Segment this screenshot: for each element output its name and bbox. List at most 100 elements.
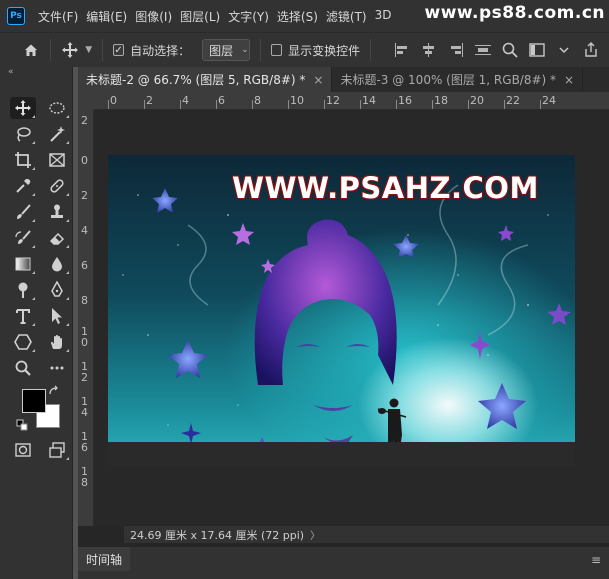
ruler-label: 6 (81, 259, 88, 272)
chevron-down-icon: ⌄ (241, 45, 249, 55)
hexagon-icon (14, 334, 32, 350)
ruler-label: 16 (398, 94, 412, 107)
quick-mask-button[interactable] (10, 439, 36, 461)
chevron-down-icon[interactable] (555, 41, 573, 59)
ruler-corner[interactable] (78, 92, 94, 110)
ruler-label: 12 (326, 94, 340, 107)
magic-wand-tool-button[interactable] (44, 123, 70, 145)
frame-tool-button[interactable] (44, 149, 70, 171)
menu-3d[interactable]: 3D (375, 8, 392, 25)
hand-tool-button[interactable] (44, 331, 70, 353)
document-tabs: 未标题-2 @ 66.7% (图层 5, RGB/8#) * × 未标题-3 @… (78, 67, 609, 92)
brush-tool-button[interactable] (10, 201, 36, 223)
dodge-tool-button[interactable] (10, 279, 36, 301)
close-icon[interactable]: × (313, 73, 323, 87)
hand-icon (51, 335, 62, 349)
lasso-tool-button[interactable] (10, 123, 36, 145)
menu-file[interactable]: 文件(F) (38, 8, 78, 25)
home-icon[interactable] (22, 40, 40, 60)
distribute-icon[interactable] (474, 41, 492, 59)
document-canvas[interactable]: WWW.PSAHZ.COM (108, 155, 575, 466)
show-transform-controls-checkbox[interactable] (270, 44, 283, 56)
history-brush-tool-button[interactable] (10, 227, 36, 249)
menu-filter[interactable]: 滤镜(T) (326, 8, 367, 25)
more-tools-button[interactable] (44, 357, 70, 379)
crop-icon (15, 152, 31, 168)
path-selection-tool-button[interactable] (44, 305, 70, 327)
pen-tool-button[interactable] (44, 279, 70, 301)
blur-tool-button[interactable] (44, 253, 70, 275)
foreground-color-swatch[interactable] (22, 389, 46, 413)
move-icon (15, 100, 31, 116)
document-tab[interactable]: 未标题-3 @ 100% (图层 1, RGB/8#) * × (332, 67, 584, 92)
zoom-tool-button[interactable] (10, 357, 36, 379)
menu-type[interactable]: 文字(Y) (228, 8, 269, 25)
ruler-label: 1 8 (81, 465, 88, 489)
marquee-tool-button[interactable] (44, 97, 70, 119)
gradient-tool-button[interactable] (10, 253, 36, 275)
auto-select-target-dropdown[interactable]: 图层 ⌄ (202, 39, 251, 61)
vertical-ruler[interactable]: 2 0 2 4 6 8 1 0 1 2 1 4 1 6 1 8 (78, 110, 94, 526)
document-tab-label: 未标题-3 @ 100% (图层 1, RGB/8#) * (340, 73, 557, 87)
dodge-icon (18, 282, 28, 298)
align-center-icon[interactable] (420, 41, 438, 59)
ruler-label: 2 (146, 94, 153, 107)
align-right-icon[interactable] (447, 41, 465, 59)
ruler-label: 1 6 (81, 430, 88, 454)
timeline-tab[interactable]: 时间轴 (78, 547, 131, 571)
align-left-icon[interactable] (393, 41, 411, 59)
ruler-label: 14 (362, 94, 376, 107)
share-icon[interactable] (582, 41, 600, 59)
search-icon[interactable] (501, 41, 519, 59)
ruler-label: 4 (182, 94, 189, 107)
history-brush-icon (15, 230, 31, 244)
menu-edit[interactable]: 编辑(E) (86, 8, 127, 25)
horizontal-ruler[interactable]: 0 2 4 6 8 10 12 14 16 18 20 22 24 (94, 92, 609, 110)
elliptical-marquee-icon (49, 102, 65, 114)
ruler-label: 8 (254, 94, 261, 107)
crop-tool-button[interactable] (10, 149, 36, 171)
shape-tool-button[interactable] (10, 331, 36, 353)
swap-colors-icon[interactable] (48, 385, 62, 397)
options-bar: ▼ ✓ 自动选择： 图层 ⌄ 显示变换控件 (0, 32, 609, 67)
workspace-icon[interactable] (528, 41, 546, 59)
drop-icon (52, 257, 62, 272)
type-tool-button[interactable] (10, 305, 36, 327)
lasso-icon (17, 127, 31, 142)
panel-menu-icon[interactable]: ≡ (591, 553, 601, 567)
eraser-tool-button[interactable] (44, 227, 70, 249)
screen-mode-button[interactable] (44, 439, 70, 461)
stamp-icon (51, 204, 63, 218)
magic-wand-icon (50, 126, 65, 142)
document-size-info: 24.69 厘米 x 17.64 厘米 (72 ppi) (130, 528, 305, 542)
ruler-label: 2 (81, 189, 88, 202)
default-colors-icon[interactable] (16, 419, 30, 431)
healing-brush-tool-button[interactable] (44, 175, 70, 197)
menu-layer[interactable]: 图层(L) (180, 8, 220, 25)
close-icon[interactable]: × (564, 73, 574, 87)
chevron-down-icon[interactable]: ▼ (85, 45, 92, 55)
eyedropper-tool-button[interactable] (10, 175, 36, 197)
show-transform-controls-label: 显示变换控件 (288, 43, 361, 58)
more-icon (50, 366, 64, 370)
document-tab-active[interactable]: 未标题-2 @ 66.7% (图层 5, RGB/8#) * × (78, 67, 333, 92)
artwork-headline: WWW.PSAHZ.COM (232, 171, 539, 205)
zoom-field[interactable] (78, 526, 124, 543)
ruler-label: 10 (290, 94, 304, 107)
gradient-icon (15, 257, 31, 271)
auto-select-checkbox[interactable]: ✓ (113, 44, 125, 56)
clone-stamp-tool-button[interactable] (44, 201, 70, 223)
ruler-label: 0 (110, 94, 117, 107)
move-tool-icon[interactable] (61, 40, 79, 60)
menu-select[interactable]: 选择(S) (277, 8, 318, 25)
collapse-panel-icon[interactable]: « (8, 67, 14, 77)
menu-image[interactable]: 图像(I) (135, 8, 172, 25)
move-tool-button[interactable] (10, 97, 36, 119)
eyedropper-icon (16, 179, 31, 193)
type-icon (16, 309, 30, 324)
app-logo[interactable]: Ps (7, 7, 25, 25)
ruler-label: 24 (542, 94, 556, 107)
ruler-label: 1 4 (81, 395, 88, 419)
ground-silhouette (108, 442, 575, 466)
chevron-right-icon[interactable]: 〉 (310, 527, 320, 542)
